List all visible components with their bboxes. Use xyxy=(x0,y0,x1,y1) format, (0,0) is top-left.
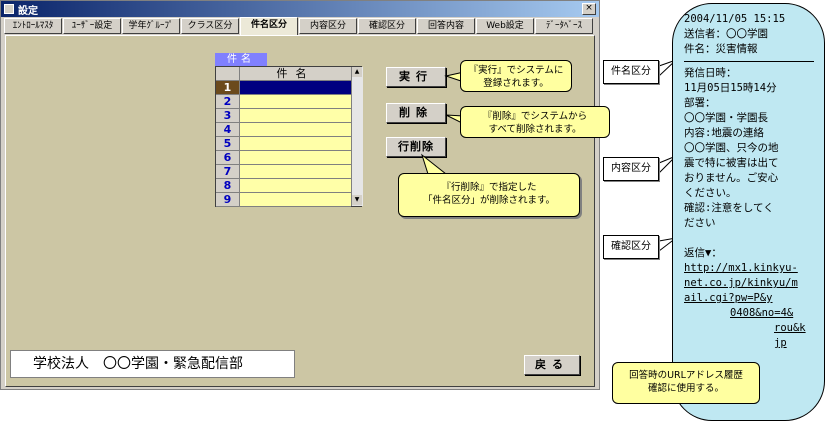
message-line: ださい xyxy=(684,217,716,229)
message-divider xyxy=(684,61,814,62)
phone-message: 2004/11/05 15:15 送信者：〇〇学園 件名：災害情報 発信日時： … xyxy=(684,12,824,351)
callout-exec: 『実行』でシステムに 登録されます。 xyxy=(460,60,572,92)
reply-url-line[interactable]: net.co.jp/kinkyu/m xyxy=(684,276,824,291)
reply-url-line[interactable]: ail.cgi?pw=P&y xyxy=(684,291,824,306)
callout-row-delete: 『行削除』で指定した 「件名区分」が削除されます。 xyxy=(398,173,580,217)
reply-url-line[interactable]: http://mx1.kinkyu- xyxy=(684,261,824,276)
message-line: 返信▼： xyxy=(684,247,722,259)
callout-url-history: 回答時のURLアドレス履歴 確認に使用する。 xyxy=(612,362,760,404)
message-line: ください。 xyxy=(684,187,737,199)
message-line: おりません。ご安心 xyxy=(684,172,779,184)
message-sender: 送信者：〇〇学園 xyxy=(684,28,768,40)
message-subject: 件名：災害情報 xyxy=(684,43,758,55)
message-line: 11月05日15時14分 xyxy=(684,82,777,94)
message-line: 内容:地震の連絡 xyxy=(684,127,764,139)
message-line: 〇〇学園・学園長 xyxy=(684,112,768,124)
reply-url-line[interactable]: jp xyxy=(684,336,824,351)
message-line: 部署： xyxy=(684,97,716,109)
message-line: 発信日時： xyxy=(684,67,737,79)
message-line xyxy=(684,231,824,246)
message-datetime: 2004/11/05 15:15 xyxy=(684,13,786,25)
reply-url-line[interactable]: rou&k xyxy=(684,321,824,336)
callout-tail-rowdelete xyxy=(421,153,448,175)
label-content-category: 内容区分 xyxy=(603,157,659,181)
message-line: 震で特に被害は出て xyxy=(684,157,779,169)
message-line: 確認:注意をしてく xyxy=(684,202,774,214)
label-subject-category: 件名区分 xyxy=(603,60,659,84)
message-line: 〇〇学園、只今の地 xyxy=(684,142,779,154)
callout-delete: 『削除』でシステムから すべて削除されます。 xyxy=(460,106,610,138)
label-confirm-category: 確認区分 xyxy=(603,235,659,259)
reply-url-line[interactable]: 0408&no=4& xyxy=(684,306,824,321)
